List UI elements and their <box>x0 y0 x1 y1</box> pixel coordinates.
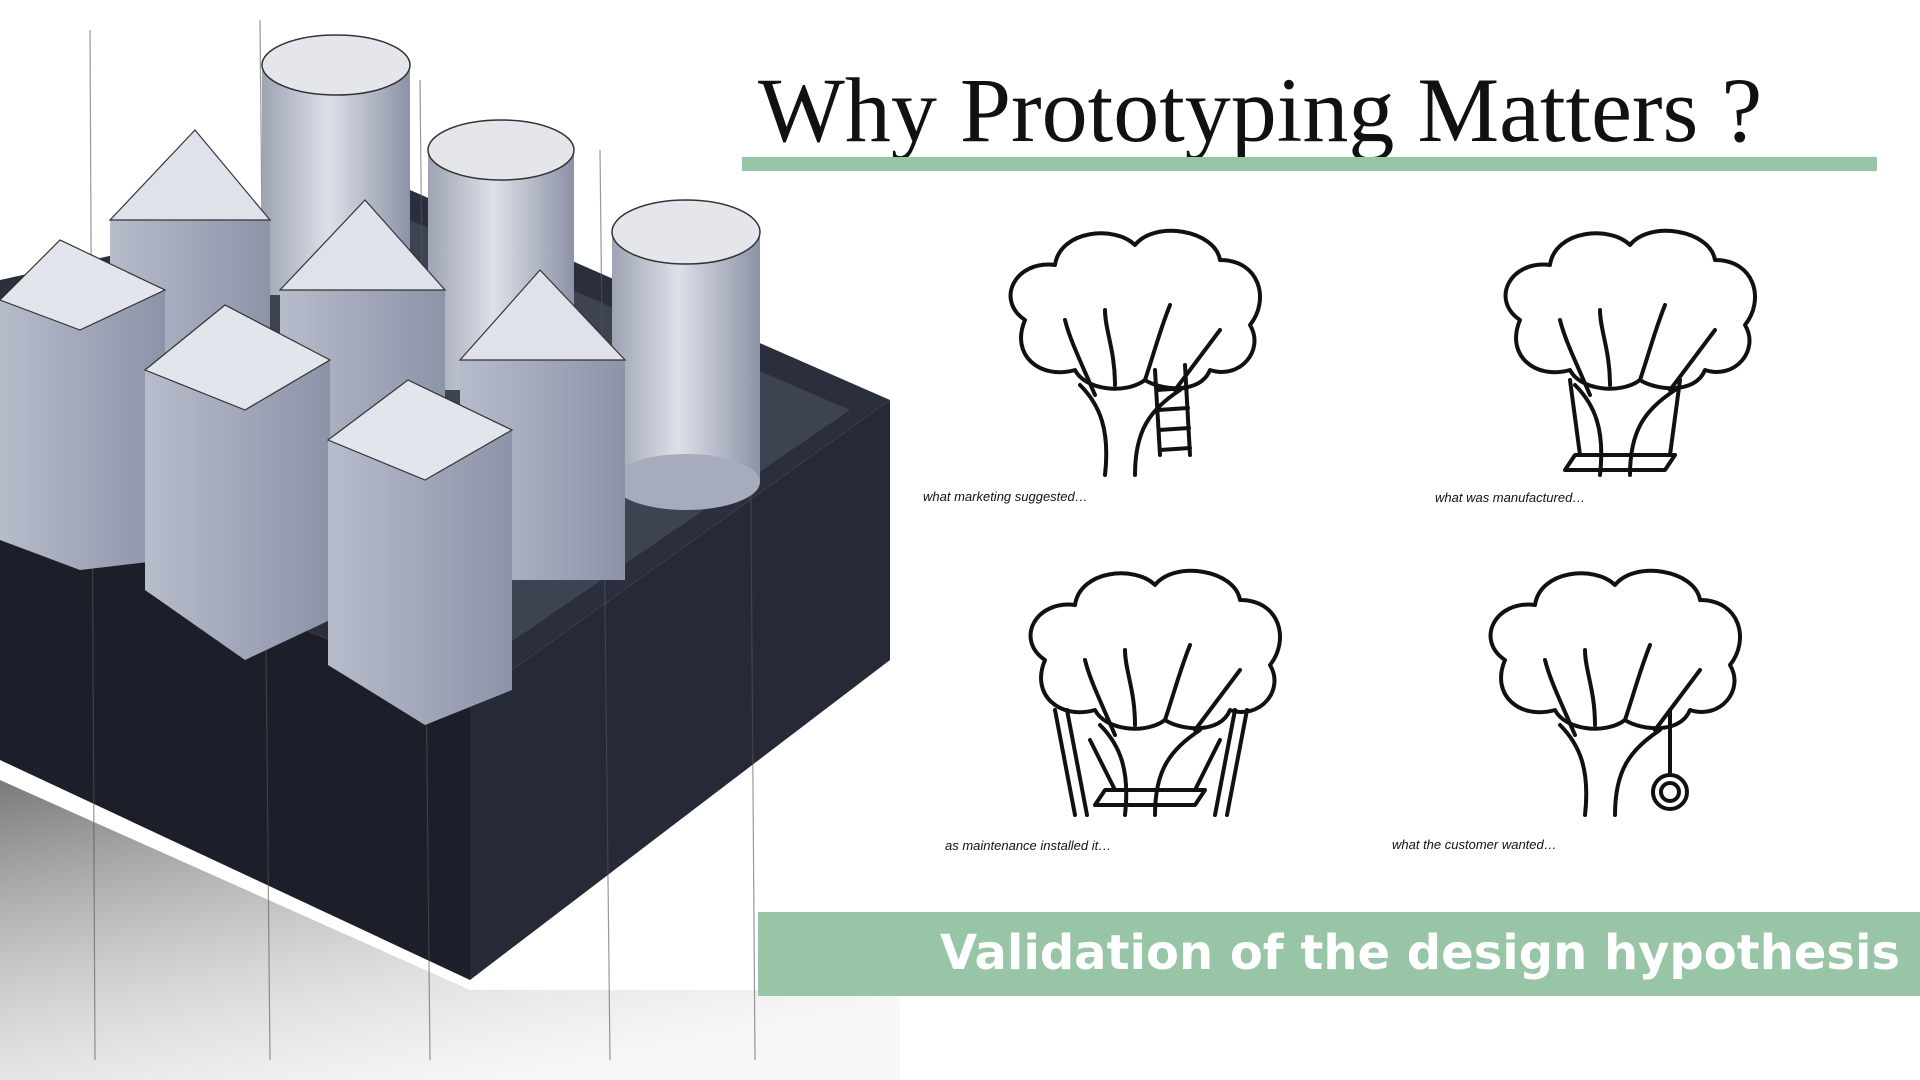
tree-ladder-drawing <box>1008 228 1262 477</box>
caption-manufactured: what was manufactured… <box>1435 490 1586 505</box>
banner-text: Validation of the design hypothesis <box>940 925 1901 981</box>
caption-maintenance: as maintenance installed it… <box>945 838 1112 853</box>
tree-tire-swing-drawing <box>1488 568 1742 817</box>
title-underline <box>742 157 1877 171</box>
tree-maintenance-drawing <box>1028 568 1282 817</box>
page-title: Why Prototyping Matters ? <box>758 59 1763 161</box>
caption-customer: what the customer wanted… <box>1392 837 1557 852</box>
tree-manufactured-swing-drawing <box>1503 228 1757 477</box>
caption-marketing: what marketing suggested… <box>923 489 1088 504</box>
